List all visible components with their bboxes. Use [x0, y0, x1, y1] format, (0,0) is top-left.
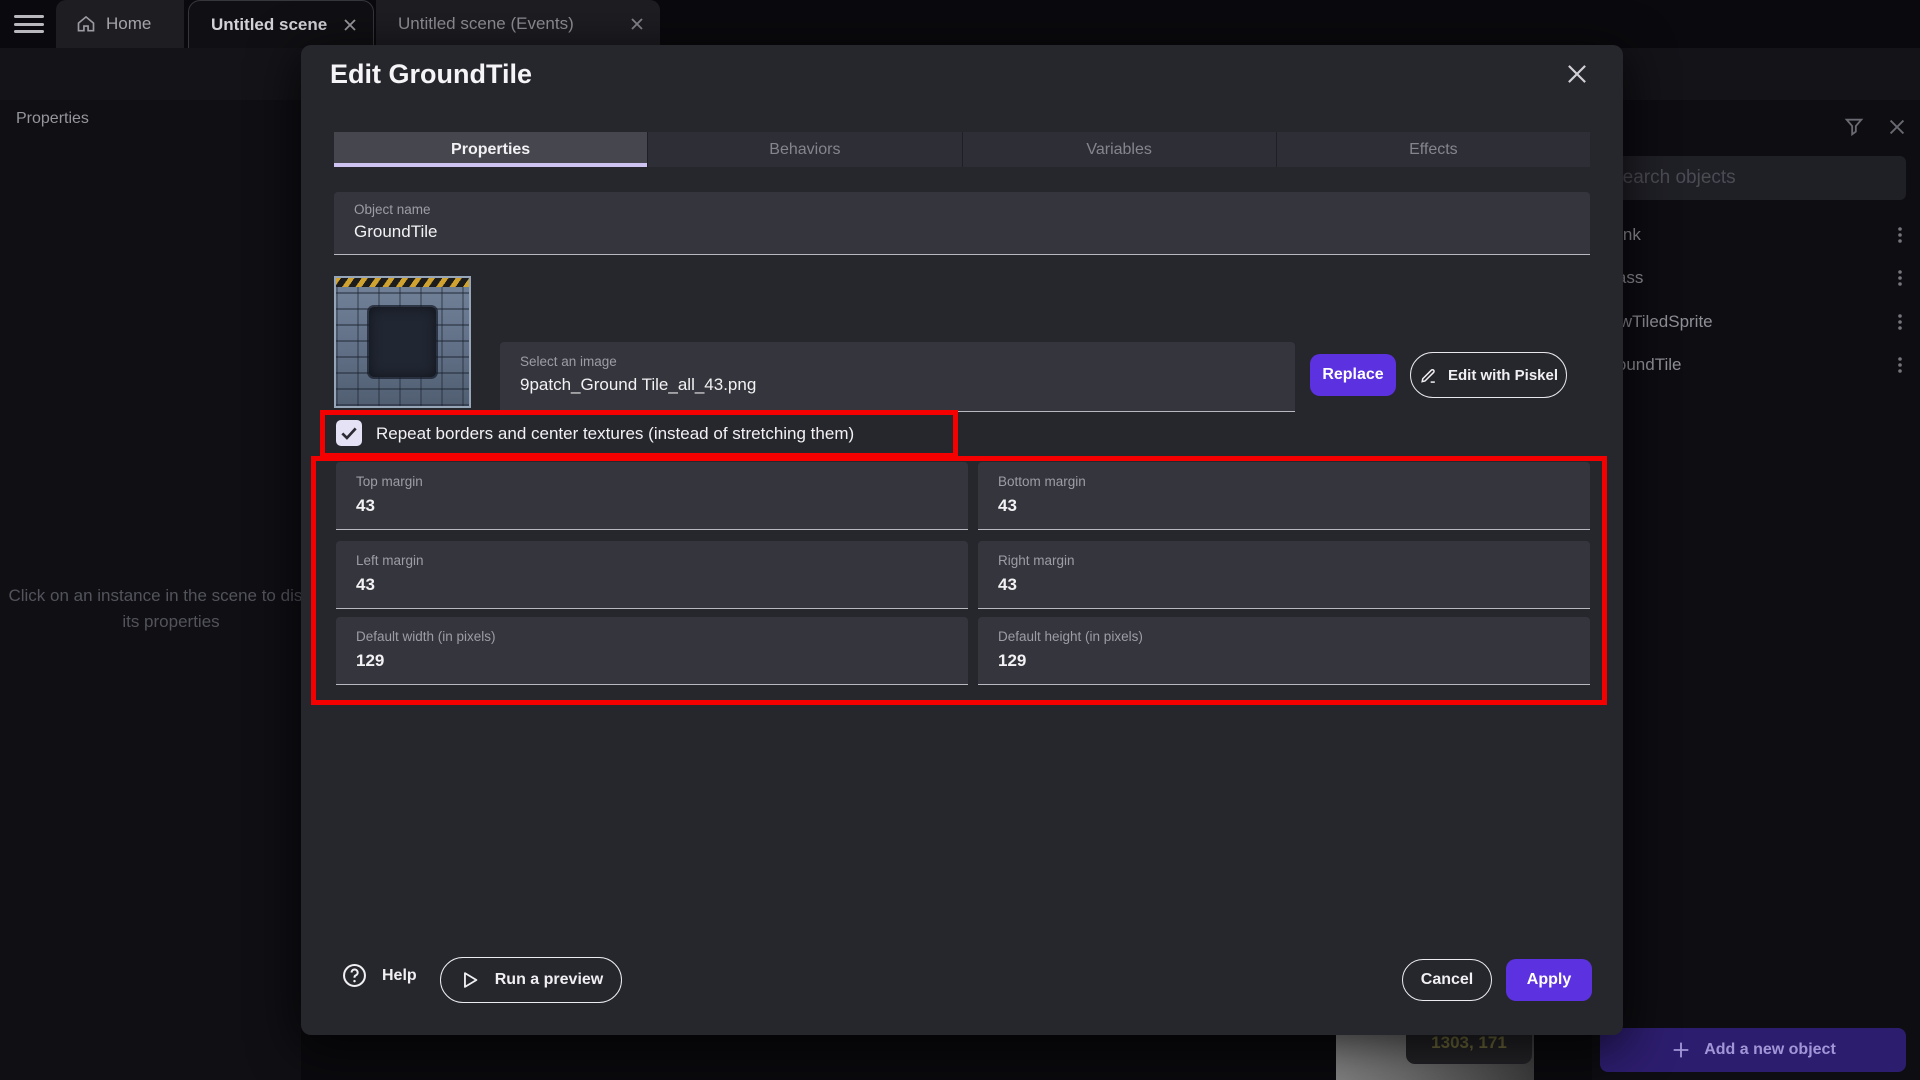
run-preview-label: Run a preview — [495, 971, 603, 989]
tab-untitled-scene-events[interactable]: Untitled scene (Events) — [376, 0, 660, 48]
tab-variables[interactable]: Variables — [963, 132, 1277, 167]
edit-object-dialog: Edit GroundTile Properties Behaviors Var… — [301, 45, 1623, 1035]
add-new-object-button[interactable]: Add a new object — [1600, 1028, 1906, 1072]
default-height-value: 129 — [998, 651, 1570, 671]
tab-properties[interactable]: Properties — [334, 132, 648, 167]
help-button[interactable]: Help — [341, 962, 417, 989]
default-width-field[interactable]: Default width (in pixels) 129 — [336, 617, 968, 685]
home-icon — [76, 14, 96, 34]
help-label: Help — [382, 967, 417, 985]
top-margin-field[interactable]: Top margin 43 — [336, 462, 968, 530]
close-icon[interactable] — [343, 18, 357, 32]
filter-icon[interactable] — [1843, 116, 1865, 138]
dialog-title: Edit GroundTile — [330, 59, 532, 90]
bottom-margin-value: 43 — [998, 496, 1570, 516]
object-name-value: GroundTile — [354, 222, 1570, 242]
default-width-label: Default width (in pixels) — [356, 629, 948, 644]
left-margin-value: 43 — [356, 575, 948, 595]
default-height-label: Default height (in pixels) — [998, 629, 1570, 644]
tab-behaviors-label: Behaviors — [769, 141, 840, 159]
object-list-item[interactable]: Trunk — [1592, 215, 1920, 255]
tab-untitled-scene[interactable]: Untitled scene — [188, 0, 374, 48]
bottom-margin-label: Bottom margin — [998, 474, 1570, 489]
apply-button[interactable]: Apply — [1506, 959, 1592, 1001]
cancel-button[interactable]: Cancel — [1402, 959, 1492, 1001]
tab-effects[interactable]: Effects — [1277, 132, 1590, 167]
object-name-label: Object name — [354, 202, 1570, 217]
object-list-item[interactable]: GroundTile — [1592, 345, 1920, 385]
left-margin-label: Left margin — [356, 553, 948, 568]
close-panel-icon[interactable] — [1886, 116, 1908, 138]
right-margin-value: 43 — [998, 575, 1570, 595]
kebab-menu-icon[interactable] — [1892, 268, 1908, 288]
tab-properties-label: Properties — [451, 141, 530, 159]
image-filename: 9patch_Ground Tile_all_43.png — [520, 375, 1275, 395]
tab-scene-label: Untitled scene — [211, 15, 327, 35]
pencil-icon — [1419, 365, 1439, 385]
help-icon — [341, 962, 368, 989]
replace-label: Replace — [1322, 366, 1383, 384]
tab-variables-label: Variables — [1086, 141, 1152, 159]
object-name-field[interactable]: Object name GroundTile — [334, 192, 1590, 255]
checkmark-icon — [339, 423, 359, 443]
top-margin-label: Top margin — [356, 474, 948, 489]
tab-home-label: Home — [106, 14, 151, 34]
plus-icon — [1670, 1039, 1692, 1061]
properties-empty-message: Click on an instance in the scene to dis… — [0, 583, 342, 636]
hamburger-menu-icon[interactable] — [14, 15, 44, 33]
select-image-label: Select an image — [520, 354, 1275, 369]
left-margin-field[interactable]: Left margin 43 — [336, 541, 968, 609]
repeat-borders-checkbox[interactable] — [336, 420, 362, 446]
object-list-item[interactable]: NewTiledSprite — [1592, 302, 1920, 342]
tab-behaviors[interactable]: Behaviors — [648, 132, 962, 167]
kebab-menu-icon[interactable] — [1892, 312, 1908, 332]
top-margin-value: 43 — [356, 496, 948, 516]
search-objects-input[interactable] — [1596, 156, 1906, 200]
default-height-field[interactable]: Default height (in pixels) 129 — [978, 617, 1590, 685]
bottom-margin-field[interactable]: Bottom margin 43 — [978, 462, 1590, 530]
apply-label: Apply — [1527, 971, 1571, 989]
tab-effects-label: Effects — [1409, 141, 1458, 159]
repeat-borders-label: Repeat borders and center textures (inst… — [376, 424, 854, 444]
dialog-close-icon[interactable] — [1564, 61, 1590, 87]
tab-events-label: Untitled scene (Events) — [398, 14, 574, 34]
tab-home[interactable]: Home — [56, 0, 184, 48]
tile-center — [369, 307, 436, 377]
right-margin-field[interactable]: Right margin 43 — [978, 541, 1590, 609]
cancel-label: Cancel — [1421, 971, 1473, 989]
properties-panel-title: Properties — [16, 110, 89, 128]
right-margin-label: Right margin — [998, 553, 1570, 568]
kebab-menu-icon[interactable] — [1892, 225, 1908, 245]
dialog-tabs: Properties Behaviors Variables Effects — [334, 132, 1590, 167]
default-width-value: 129 — [356, 651, 948, 671]
run-preview-button[interactable]: Run a preview — [440, 957, 622, 1003]
edit-with-piskel-button[interactable]: Edit with Piskel — [1410, 352, 1567, 398]
close-icon[interactable] — [630, 17, 644, 31]
edit-with-piskel-label: Edit with Piskel — [1448, 367, 1558, 384]
top-tab-bar: Home Untitled scene Untitled scene (Even… — [0, 0, 1920, 48]
replace-button[interactable]: Replace — [1310, 354, 1396, 396]
object-list-item[interactable]: Grass — [1592, 258, 1920, 298]
play-icon — [459, 969, 481, 991]
tile-image-thumbnail[interactable] — [334, 276, 471, 408]
add-new-object-label: Add a new object — [1704, 1041, 1836, 1059]
hazard-stripe — [336, 278, 469, 287]
kebab-menu-icon[interactable] — [1892, 355, 1908, 375]
select-image-field[interactable]: Select an image 9patch_Ground Tile_all_4… — [500, 342, 1295, 412]
